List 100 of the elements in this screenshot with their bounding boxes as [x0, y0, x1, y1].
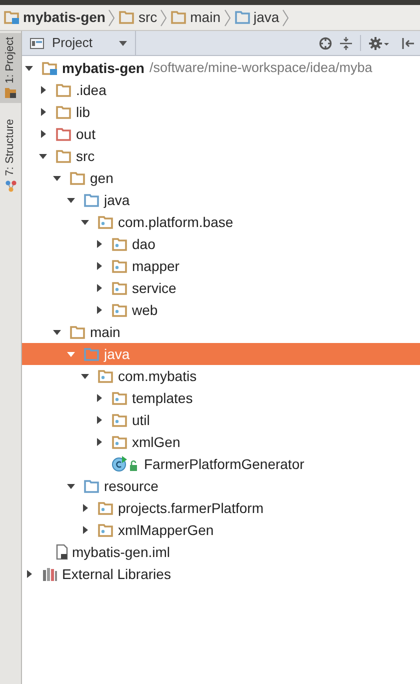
- tree-row[interactable]: com.mybatis: [22, 365, 420, 387]
- breadcrumb-item[interactable]: main: [190, 7, 220, 28]
- package-folder-icon: [112, 236, 128, 252]
- chevron-icon: [108, 8, 116, 26]
- package-folder-icon: [112, 302, 128, 318]
- tree-item-label: mybatis-gen: [62, 58, 144, 78]
- hide-icon[interactable]: [401, 36, 414, 50]
- tree-row[interactable]: mybatis-gen.iml: [22, 541, 420, 563]
- tree-item-label: xmlGen: [132, 432, 180, 452]
- breadcrumb-item[interactable]: src: [138, 7, 158, 28]
- tree-item-label: lib: [76, 102, 90, 122]
- tree-item-label: java: [104, 190, 130, 210]
- expand-arrow-icon[interactable]: [94, 437, 104, 447]
- file-icon: [56, 544, 68, 560]
- tree-item-label: External Libraries: [62, 564, 171, 584]
- view-selector[interactable]: Project: [22, 31, 136, 55]
- collapse-arrow-icon[interactable]: [66, 195, 76, 205]
- package-folder-icon: [112, 434, 128, 450]
- tree-item-label: xmlMapperGen: [118, 520, 214, 540]
- package-folder-icon: [112, 390, 128, 406]
- tree-row[interactable]: mybatis-gen /software/mine-workspace/idea/myba: [22, 57, 420, 79]
- tree-item-label: src: [76, 146, 95, 166]
- tree-row[interactable]: lib: [22, 101, 420, 123]
- collapse-arrow-icon[interactable]: [24, 63, 34, 73]
- tree-item-label: service: [132, 278, 176, 298]
- dropdown-caret-icon: [119, 40, 127, 46]
- expand-arrow-icon[interactable]: [94, 305, 104, 315]
- breadcrumb-item[interactable]: mybatis-gen: [23, 7, 106, 28]
- collapse-arrow-icon[interactable]: [66, 481, 76, 491]
- tree-row[interactable]: util: [22, 409, 420, 431]
- settings-icon[interactable]: [369, 36, 389, 50]
- library-icon: [42, 567, 58, 581]
- package-folder-icon: [98, 500, 114, 516]
- expand-arrow-icon[interactable]: [24, 569, 34, 579]
- package-folder-icon: [112, 280, 128, 296]
- tree-row[interactable]: resource: [22, 475, 420, 497]
- tree-row[interactable]: gen: [22, 167, 420, 189]
- chevron-icon: [282, 8, 290, 26]
- module-folder-icon: [4, 10, 20, 25]
- expand-arrow-icon[interactable]: [94, 239, 104, 249]
- package-folder-icon: [98, 368, 114, 384]
- tree-item-label: java: [104, 344, 130, 364]
- expand-arrow-icon[interactable]: [38, 85, 48, 95]
- locate-icon[interactable]: [319, 36, 332, 50]
- tree-item-label: projects.farmerPlatform: [118, 498, 264, 518]
- tree-item-label: com.mybatis: [118, 366, 197, 386]
- module-folder-icon: [42, 60, 58, 76]
- tree-item-label: out: [76, 124, 96, 144]
- tree-item-label: gen: [90, 168, 114, 188]
- tree-row[interactable]: projects.farmerPlatform: [22, 497, 420, 519]
- expand-arrow-icon[interactable]: [94, 283, 104, 293]
- expand-arrow-icon[interactable]: [94, 261, 104, 271]
- expand-arrow-icon[interactable]: [80, 503, 90, 513]
- tree-item-label: dao: [132, 234, 156, 254]
- collapse-arrow-icon[interactable]: [80, 217, 90, 227]
- chevron-icon: [224, 8, 230, 26]
- project-view-icon: [30, 37, 44, 49]
- tree-row[interactable]: src: [22, 145, 420, 167]
- tree-row[interactable]: web: [22, 299, 420, 321]
- tool-window-tab[interactable]: 7: Structure: [0, 115, 21, 196]
- tree-item-label: util: [132, 410, 150, 430]
- tree-row[interactable]: mapper: [22, 255, 420, 277]
- collapse-arrow-icon[interactable]: [52, 327, 62, 337]
- expand-arrow-icon[interactable]: [38, 129, 48, 139]
- module-path: /software/mine-workspace/idea/myba: [149, 58, 372, 77]
- tree-item-label: com.platform.base: [118, 212, 234, 232]
- package-folder-icon: [112, 258, 128, 274]
- tree-row[interactable]: out: [22, 123, 420, 145]
- expand-arrow-icon[interactable]: [80, 525, 90, 535]
- structure-icon: [4, 180, 16, 192]
- expand-arrow-icon[interactable]: [38, 107, 48, 117]
- tree-item-label: mapper: [132, 256, 180, 276]
- tree-item-label: web: [132, 300, 158, 320]
- tree-row[interactable]: xmlMapperGen: [22, 519, 420, 541]
- tree-row[interactable]: java: [22, 189, 420, 211]
- tree-row[interactable]: .idea: [22, 79, 420, 101]
- breadcrumb-item[interactable]: java: [254, 7, 280, 28]
- tree-row[interactable]: templates: [22, 387, 420, 409]
- collapse-arrow-icon[interactable]: [38, 151, 48, 161]
- tree-row[interactable]: External Libraries: [22, 563, 420, 585]
- tree-item-label: .idea: [76, 80, 106, 100]
- tree-row[interactable]: main: [22, 321, 420, 343]
- collapse-icon[interactable]: [340, 36, 352, 50]
- expand-arrow-icon[interactable]: [94, 393, 104, 403]
- collapse-arrow-icon[interactable]: [80, 371, 90, 381]
- tree-item-label: templates: [132, 388, 193, 408]
- chevron-icon: [160, 8, 168, 26]
- package-folder-icon: [98, 522, 114, 538]
- tree-item-label: FarmerPlatformGenerator: [144, 454, 304, 474]
- tree-row[interactable]: dao: [22, 233, 420, 255]
- class-icon: [112, 456, 140, 472]
- tree-row[interactable]: xmlGen: [22, 431, 420, 453]
- tool-window-tab[interactable]: 1: Project: [0, 33, 21, 104]
- tree-row[interactable]: com.platform.base: [22, 211, 420, 233]
- package-folder-icon: [98, 214, 114, 230]
- expand-arrow-icon[interactable]: [94, 415, 104, 425]
- tree-row[interactable]: service: [22, 277, 420, 299]
- tree-item-label: resource: [104, 476, 158, 496]
- collapse-arrow-icon[interactable]: [52, 173, 62, 183]
- tree-row[interactable]: FarmerPlatformGenerator: [22, 453, 420, 475]
